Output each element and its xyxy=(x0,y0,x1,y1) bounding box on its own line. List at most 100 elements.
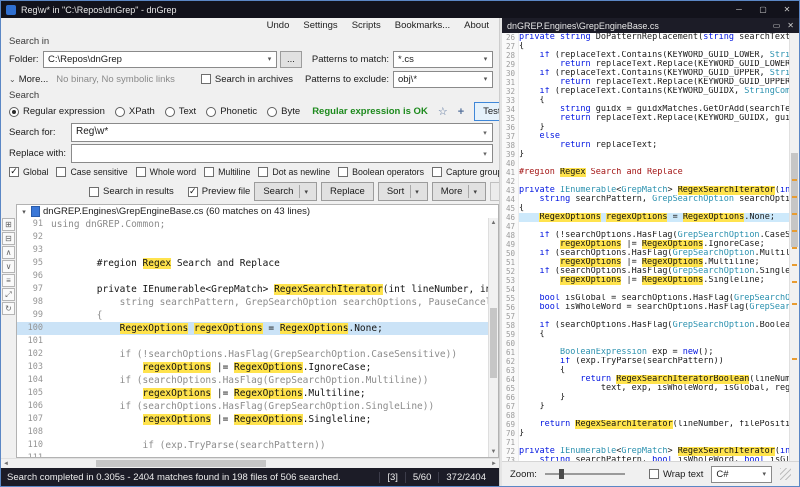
preview-vertical-scrollbar[interactable] xyxy=(789,33,799,461)
chevron-down-icon[interactable]: ▾ xyxy=(758,470,771,478)
menu-item-undo[interactable]: Undo xyxy=(267,20,290,31)
resize-grip[interactable] xyxy=(779,468,791,480)
radio-regular-expression[interactable]: Regular expression xyxy=(9,106,105,117)
preview-line[interactable]: 29 return replaceText.Replace(KEYWORD_GU… xyxy=(502,60,789,69)
preview-line[interactable]: 65 text, exp, isWholeWord, isGlobal, reg… xyxy=(502,384,789,393)
checkbox-wrap-text[interactable]: Wrap text xyxy=(648,469,703,480)
previous-match-button[interactable]: ∧ xyxy=(2,246,15,259)
preview-line[interactable]: 41 #region Regex Search and Replace xyxy=(502,168,789,177)
search-button[interactable]: Search ▾ xyxy=(254,182,317,201)
checkbox-boolean-operators[interactable]: Boolean operators xyxy=(338,166,424,177)
replace-button[interactable]: Replace xyxy=(320,182,374,201)
result-line[interactable]: 93 xyxy=(17,244,498,257)
expander-icon[interactable]: ▾ xyxy=(20,208,28,216)
result-line[interactable]: 97 private IEnumerable<GrepMatch> RegexS… xyxy=(17,283,498,296)
checkbox-search-in-results[interactable]: Search in results xyxy=(89,186,174,197)
preview-line[interactable]: 54 xyxy=(502,285,789,294)
refresh-button[interactable]: ↻ xyxy=(2,302,15,315)
minimize-icon[interactable]: ─ xyxy=(727,1,751,18)
preview-line[interactable]: 52 if (searchOptions.HasFlag(GrepSearchO… xyxy=(502,267,789,276)
more-button[interactable]: More ▾ xyxy=(431,182,486,201)
pin-icon[interactable]: ▭ xyxy=(773,21,781,30)
radio-xpath[interactable]: XPath xyxy=(114,106,155,117)
checkbox-search-in-archives[interactable]: Search in archives xyxy=(200,74,293,85)
preview-line[interactable]: 34 string guidx = guidxMatches.GetOrAdd(… xyxy=(502,105,789,114)
preview-line[interactable]: 33 { xyxy=(502,96,789,105)
preview-line[interactable]: 49 regexOptions |= RegexOptions.IgnoreCa… xyxy=(502,240,789,249)
result-file-row[interactable]: ▾ dnGREP.Engines\GrepEngineBase.cs (60 m… xyxy=(17,205,498,218)
menu-item-scripts[interactable]: Scripts xyxy=(352,20,381,31)
close-preview-icon[interactable]: ✕ xyxy=(787,21,794,30)
preview-line[interactable]: 40 xyxy=(502,159,789,168)
preview-line[interactable]: 59 { xyxy=(502,330,789,339)
chevron-down-icon[interactable]: ▾ xyxy=(479,55,492,63)
preview-line[interactable]: 51 regexOptions |= RegexOptions.Multilin… xyxy=(502,258,789,267)
browse-folder-button[interactable]: ... xyxy=(279,50,302,68)
checkbox-case-sensitive[interactable]: Case sensitive xyxy=(56,166,128,177)
preview-line[interactable]: 56 bool isWholeWord = searchOptions.HasF… xyxy=(502,303,789,312)
patterns-exclude-combobox[interactable]: obj\* ▾ xyxy=(393,70,493,88)
preview-line[interactable]: 30 if (replaceText.Contains(KEYWORD_GUID… xyxy=(502,69,789,78)
chevron-down-icon[interactable]: ▾ xyxy=(263,55,276,63)
scroll-down-icon[interactable]: ▼ xyxy=(489,447,498,457)
preview-line[interactable]: 55 bool isGlobal = searchOptions.HasFlag… xyxy=(502,294,789,303)
zoom-slider-thumb[interactable] xyxy=(559,469,565,479)
preview-line[interactable]: 35 return replaceText.Replace(KEYWORD_GU… xyxy=(502,114,789,123)
title-bar[interactable]: Reg\w* in "C:\Repos\dnGrep" - dnGrep ─ ▢… xyxy=(1,1,799,18)
scroll-right-icon[interactable]: ► xyxy=(489,461,499,467)
preview-line[interactable]: 39} xyxy=(502,150,789,159)
radio-byte[interactable]: Byte xyxy=(267,106,300,117)
preview-line[interactable]: 67 } xyxy=(502,402,789,411)
result-line[interactable]: 108 xyxy=(17,426,498,439)
checkbox-preview-file[interactable]: ✓ Preview file xyxy=(187,186,250,197)
preview-line[interactable]: 48 if (!searchOptions.HasFlag(GrepSearch… xyxy=(502,231,789,240)
result-line[interactable]: 100 RegexOptions regexOptions = RegexOpt… xyxy=(17,322,498,335)
close-icon[interactable]: ✕ xyxy=(775,1,799,18)
preview-line[interactable]: 68 xyxy=(502,411,789,420)
preview-line[interactable]: 42 xyxy=(502,177,789,186)
preview-line[interactable]: 43 private IEnumerable<GrepMatch> RegexSe… xyxy=(502,186,789,195)
preview-line[interactable]: 47 xyxy=(502,222,789,231)
result-line[interactable]: 92 xyxy=(17,231,498,244)
expand-all-button[interactable]: ⊞ xyxy=(2,218,15,231)
preview-code[interactable]: 26 private string DoPatternReplacement(st… xyxy=(502,33,789,461)
preview-line[interactable]: 64 return RegexSearchIteratorBoolean(lin… xyxy=(502,375,789,384)
preview-line[interactable]: 26 private string DoPatternReplacement(st… xyxy=(502,33,789,42)
result-line[interactable]: 99 { xyxy=(17,309,498,322)
preview-line[interactable]: 36 } xyxy=(502,123,789,132)
result-line[interactable]: 111 xyxy=(17,452,498,457)
scrollbar-thumb[interactable] xyxy=(490,308,497,378)
result-line[interactable]: 110 if (exp.TryParse(searchPattern)) xyxy=(17,439,498,452)
preview-line[interactable]: 62 if (exp.TryParse(searchPattern)) xyxy=(502,357,789,366)
scrollbar-thumb[interactable] xyxy=(791,152,798,247)
result-line[interactable]: 101 xyxy=(17,335,498,348)
preview-line[interactable]: 53 regexOptions |= RegexOptions.Singleli… xyxy=(502,276,789,285)
menu-item-bookmarks[interactable]: Bookmarks... xyxy=(395,20,450,31)
chevron-down-icon[interactable]: ▾ xyxy=(479,146,491,161)
checkbox-whole-word[interactable]: Whole word xyxy=(135,166,196,177)
zoom-fit-button[interactable]: ⤢ xyxy=(2,288,15,301)
preview-line[interactable]: 63 { xyxy=(502,366,789,375)
scroll-left-icon[interactable]: ◄ xyxy=(1,461,11,467)
scrollbar-thumb[interactable] xyxy=(96,460,266,467)
chevron-down-icon[interactable]: ▾ xyxy=(479,125,491,140)
search-for-input[interactable]: Reg\w* ▾ xyxy=(71,123,493,142)
preview-line[interactable]: 60 xyxy=(502,339,789,348)
result-line[interactable]: 91 using dnGREP.Common; xyxy=(17,218,498,231)
preview-line[interactable]: 50 if (searchOptions.HasFlag(GrepSearchO… xyxy=(502,249,789,258)
preview-line[interactable]: 46 RegexOptions regexOptions = RegexOpti… xyxy=(502,213,789,222)
preview-line[interactable]: 71 xyxy=(502,438,789,447)
preview-line[interactable]: 57 xyxy=(502,312,789,321)
result-line[interactable]: 104 if (searchOptions.HasFlag(GrepSearch… xyxy=(17,374,498,387)
scroll-up-icon[interactable]: ▲ xyxy=(489,218,498,228)
menu-item-settings[interactable]: Settings xyxy=(303,20,337,31)
results-horizontal-scrollbar[interactable]: ◄ ► xyxy=(1,458,499,468)
next-match-button[interactable]: ∨ xyxy=(2,260,15,273)
result-line[interactable]: 95 #region Regex Search and Replace xyxy=(17,257,498,270)
maximize-icon[interactable]: ▢ xyxy=(751,1,775,18)
preview-line[interactable]: 44 string searchPattern, GrepSearchOptio… xyxy=(502,195,789,204)
preview-line[interactable]: 37 else xyxy=(502,132,789,141)
checkbox-multiline[interactable]: Multiline xyxy=(204,166,250,177)
folder-combobox[interactable]: C:\Repos\dnGrep ▾ xyxy=(43,50,277,68)
preview-line[interactable]: 28 if (replaceText.Contains(KEYWORD_GUID… xyxy=(502,51,789,60)
